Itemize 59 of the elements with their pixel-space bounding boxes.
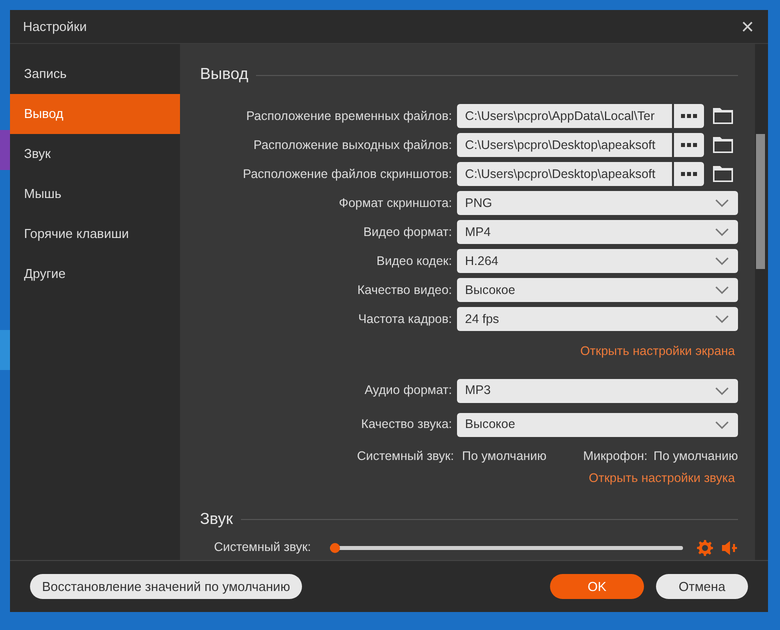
field-label: Видео формат:: [362, 224, 453, 241]
field-label: Расположение временных файлов:: [245, 108, 453, 125]
dropdown[interactable]: MP3: [457, 378, 738, 403]
field-label: Частота кадров:: [357, 310, 453, 328]
settings-link[interactable]: Открыть настройки экрана: [580, 342, 735, 361]
cancel-button[interactable]: Отмена: [656, 574, 748, 599]
more-button[interactable]: [674, 162, 704, 186]
field-label: Аудио формат:: [364, 382, 453, 400]
settings-link[interactable]: Открыть настройки звука: [588, 468, 735, 488]
section-heading: Звук: [200, 510, 233, 530]
gear-icon[interactable]: [697, 540, 713, 556]
field-value: По умолчанию: [653, 448, 738, 466]
dropdown[interactable]: Высокое: [457, 412, 738, 437]
chevron-down-icon: [715, 286, 729, 294]
chevron-down-icon: [715, 315, 729, 323]
folder-icon[interactable]: [713, 166, 733, 182]
chevron-down-icon: [715, 257, 729, 265]
slider-label: Системный звук:: [213, 539, 312, 556]
field-label: Качество звука:: [360, 416, 453, 434]
more-button[interactable]: [674, 104, 704, 128]
sidebar-item[interactable]: Запись: [10, 54, 180, 94]
path-field[interactable]: C:\Users\pcpro\Desktop\apeaksoft: [457, 133, 672, 157]
chevron-down-icon: [715, 199, 729, 207]
sidebar-item[interactable]: Вывод: [10, 94, 180, 134]
field-value: По умолчанию: [462, 448, 547, 466]
chevron-down-icon: [715, 420, 729, 429]
sidebar-item[interactable]: Другие: [10, 254, 180, 294]
dots-icon: [681, 143, 697, 147]
reset-defaults-button[interactable]: Восстановление значений по умолчанию: [30, 574, 302, 599]
field-label: Видео кодек:: [376, 252, 453, 270]
close-button[interactable]: ×: [741, 16, 754, 38]
dropdown[interactable]: 24 fps: [457, 307, 738, 331]
dropdown[interactable]: PNG: [457, 191, 738, 215]
chevron-down-icon: [715, 386, 729, 395]
path-field[interactable]: C:\Users\pcpro\AppData\Local\Ter: [457, 104, 672, 128]
volume-slider[interactable]: [330, 546, 683, 550]
folder-icon[interactable]: [713, 108, 733, 124]
dropdown[interactable]: Высокое: [457, 278, 738, 302]
dropdown[interactable]: MP4: [457, 220, 738, 244]
field-label: Расположение файлов скриншотов:: [242, 166, 453, 183]
field-label: Формат скриншота:: [338, 194, 453, 212]
field-label: Расположение выходных файлов:: [252, 136, 453, 154]
section-heading: Вывод: [200, 65, 248, 85]
dots-icon: [681, 172, 697, 176]
scrollbar[interactable]: [755, 44, 768, 560]
sidebar-item[interactable]: Мышь: [10, 174, 180, 214]
window-title: Настройки: [23, 18, 87, 36]
speaker-icon[interactable]: [722, 540, 738, 556]
sidebar-item[interactable]: Горячие клавиши: [10, 214, 180, 254]
dropdown[interactable]: H.264: [457, 249, 738, 273]
field-label: Микрофон:: [583, 448, 648, 466]
path-field[interactable]: C:\Users\pcpro\Desktop\apeaksoft: [457, 162, 672, 186]
folder-icon[interactable]: [713, 137, 733, 153]
field-label: Качество видео:: [356, 282, 453, 299]
sidebar-item[interactable]: Звук: [10, 134, 180, 174]
chevron-down-icon: [715, 228, 729, 236]
more-button[interactable]: [674, 133, 704, 157]
dots-icon: [681, 114, 697, 118]
field-label: Системный звук:: [356, 448, 455, 466]
